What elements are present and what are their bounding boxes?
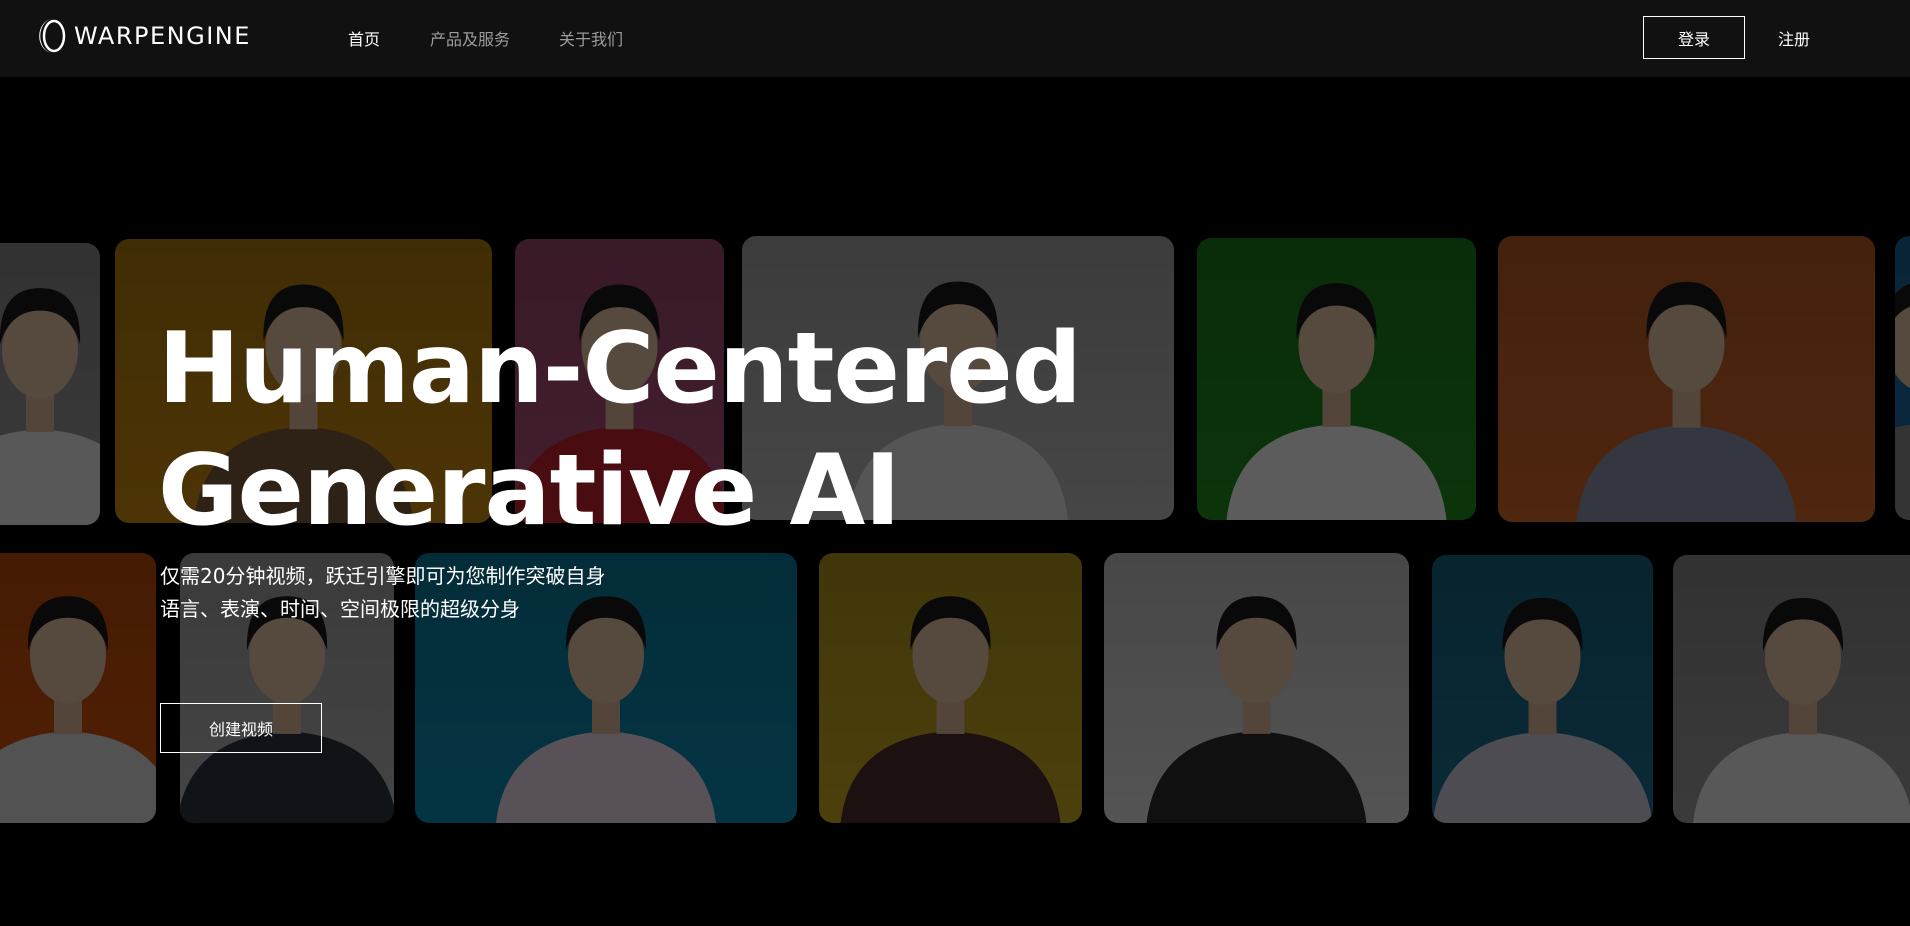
nav-about-us[interactable]: 关于我们	[559, 26, 623, 50]
hero-subtitle-line-2: 语言、表演、时间、空间极限的超级分身	[160, 597, 520, 621]
avatar-card	[1104, 553, 1409, 823]
hero-title-line-2: Generative AI	[158, 434, 901, 548]
hero-subtitle-line-1: 仅需20分钟视频，跃迁引擎即可为您制作突破自身	[160, 564, 606, 588]
brand-name: WARPENGINE	[74, 22, 251, 50]
logo-icon	[39, 19, 66, 53]
avatar-card	[1895, 236, 1910, 520]
avatar-card	[0, 243, 100, 525]
hero-title-line-1: Human-Centered	[158, 312, 1082, 426]
create-video-button[interactable]: 创建视频	[160, 703, 322, 753]
avatar-card	[1498, 236, 1875, 522]
hero-title: Human-Centered Generative AI	[158, 308, 1082, 552]
avatar-card	[1673, 555, 1910, 823]
avatar-card	[1432, 555, 1653, 823]
nav-products-services[interactable]: 产品及服务	[430, 26, 510, 50]
avatar-card	[0, 553, 156, 823]
hero-subtitle: 仅需20分钟视频，跃迁引擎即可为您制作突破自身 语言、表演、时间、空间极限的超级…	[160, 560, 605, 626]
nav-home[interactable]: 首页	[348, 26, 380, 50]
login-button[interactable]: 登录	[1643, 16, 1745, 59]
avatar-card	[819, 553, 1082, 823]
top-navigation-bar: WARPENGINE 首页 产品及服务 关于我们 登录 注册	[0, 0, 1910, 77]
avatar-card	[1197, 238, 1476, 520]
brand-logo[interactable]: WARPENGINE	[38, 17, 251, 55]
register-button[interactable]: 注册	[1756, 16, 1832, 59]
